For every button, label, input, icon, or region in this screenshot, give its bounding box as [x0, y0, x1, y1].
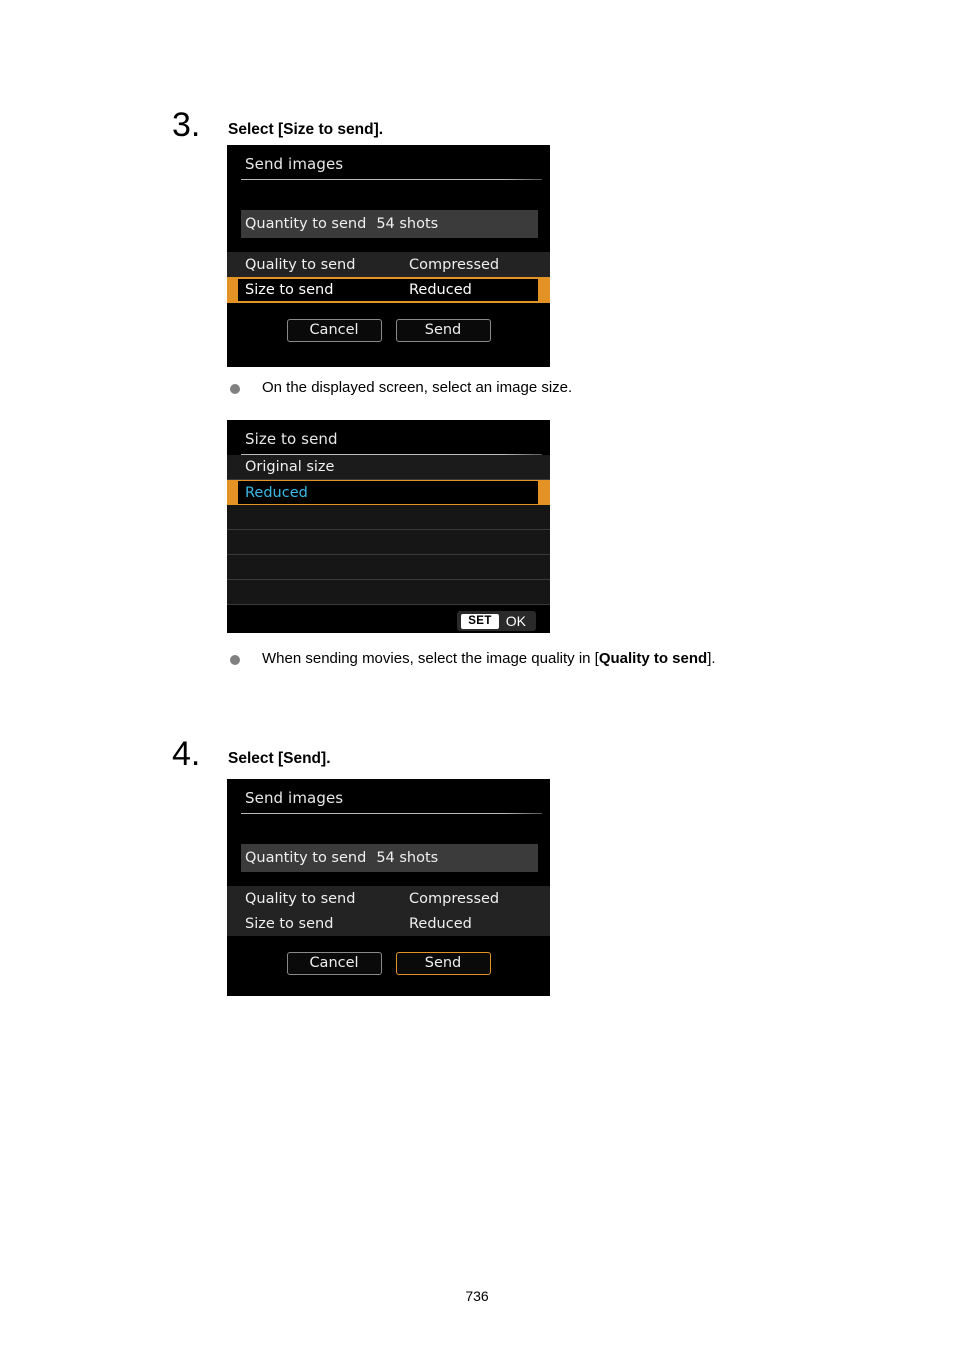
screen3-send-button[interactable]: Send [395, 952, 491, 975]
step-3-block: 3. Select [Size to send]. [0, 108, 954, 142]
bullet-movie-quality-text: When sending movies, select the image qu… [262, 650, 716, 669]
camera-screen-size-to-send: Size to send Original size Reduced SET O… [227, 420, 550, 633]
screen3-button-row: Cancel Send [227, 944, 550, 985]
screen2-option-reduced-label: Reduced [245, 484, 308, 501]
screen3-row-size-value: Reduced [409, 915, 472, 932]
screen3-row-quality-value: Compressed [409, 890, 500, 907]
screen3-title: Send images [245, 789, 344, 807]
screen1-row-quality-value: Compressed [409, 256, 500, 273]
screen1-row-quality-label: Quality to send [245, 256, 356, 273]
screen1-row-size-value: Reduced [409, 282, 472, 298]
bullet-dot-icon [230, 384, 240, 394]
screen1-quantity-row[interactable]: Quantity to send 54 shots [241, 210, 538, 238]
step-4-heading: 4. Select [Send]. [0, 737, 954, 771]
page-number: 736 [465, 1288, 489, 1304]
bullet-movie-quality-prefix: When sending movies, select the image qu… [262, 650, 599, 667]
screen1-send-button[interactable]: Send [395, 319, 491, 342]
screen3-row-quality-to-send[interactable]: Quality to send Compressed [227, 886, 550, 911]
screen1-spacer-bottom [227, 303, 550, 311]
step-4-title: Select [Send]. [228, 750, 331, 767]
screen2-title: Size to send [245, 430, 338, 448]
screen3-quantity-label: Quantity to send [245, 850, 367, 866]
screen2-option-empty-4[interactable] [227, 580, 550, 605]
step-4-block: 4. Select [Send]. [0, 737, 954, 771]
screen1-spacer-top [227, 180, 550, 210]
step-3-heading: 3. Select [Size to send]. [0, 108, 954, 142]
screen2-option-reduced[interactable]: Reduced [227, 480, 550, 505]
bullet-image-size: On the displayed screen, select an image… [230, 379, 870, 398]
screen3-row-quality-label: Quality to send [245, 890, 356, 907]
camera-screen-send-images-1: Send images Quantity to send 54 shots Qu… [227, 145, 550, 367]
screen1-cancel-button[interactable]: Cancel [286, 319, 382, 342]
screen3-row-size-to-send[interactable]: Size to send Reduced [227, 911, 550, 936]
bullet-movie-quality-bold: Quality to send [598, 650, 708, 667]
screen2-option-empty-2[interactable] [227, 530, 550, 555]
screen2-option-empty-3[interactable] [227, 555, 550, 580]
screen3-row-size-label: Size to send [245, 915, 334, 932]
screen1-spacer-mid [227, 238, 550, 252]
bullet-image-size-text: On the displayed screen, select an image… [262, 379, 573, 396]
step-3-title: Select [Size to send]. [228, 121, 384, 138]
bullet-movie-quality-suffix: ]. [707, 650, 716, 667]
step-3-number: 3. [172, 106, 201, 144]
screen1-quantity-label: Quantity to send [245, 216, 367, 232]
bullet-dot-icon [230, 655, 240, 665]
screen2-option-original-size-label: Original size [245, 459, 335, 475]
set-button-icon: SET [461, 613, 499, 629]
set-ok-indicator: SET OK [457, 611, 536, 631]
screen3-spacer-mid [227, 872, 550, 886]
screen1-title: Send images [245, 155, 344, 173]
screen3-quantity-value: 54 shots [376, 850, 439, 866]
screen3-spacer-bottom [227, 936, 550, 944]
screen3-quantity-row[interactable]: Quantity to send 54 shots [241, 844, 538, 872]
screen1-row-quality-to-send[interactable]: Quality to send Compressed [227, 252, 550, 277]
screen3-spacer-top [227, 814, 550, 844]
bullet-movie-quality: When sending movies, select the image qu… [230, 650, 890, 669]
camera-screen-send-images-2: Send images Quantity to send 54 shots Qu… [227, 779, 550, 996]
step-4-number: 4. [172, 735, 201, 773]
screen1-quantity-value: 54 shots [376, 216, 439, 232]
screen2-footer: SET OK [227, 605, 550, 633]
ok-label: OK [505, 613, 526, 629]
screen2-option-original-size[interactable]: Original size [227, 455, 550, 480]
screen1-row-size-label: Size to send [245, 282, 334, 298]
screen1-row-size-to-send[interactable]: Size to send Reduced [227, 277, 550, 303]
screen1-button-row: Cancel Send [227, 311, 550, 352]
screen2-option-empty-1[interactable] [227, 505, 550, 530]
screen3-cancel-button[interactable]: Cancel [286, 952, 382, 975]
